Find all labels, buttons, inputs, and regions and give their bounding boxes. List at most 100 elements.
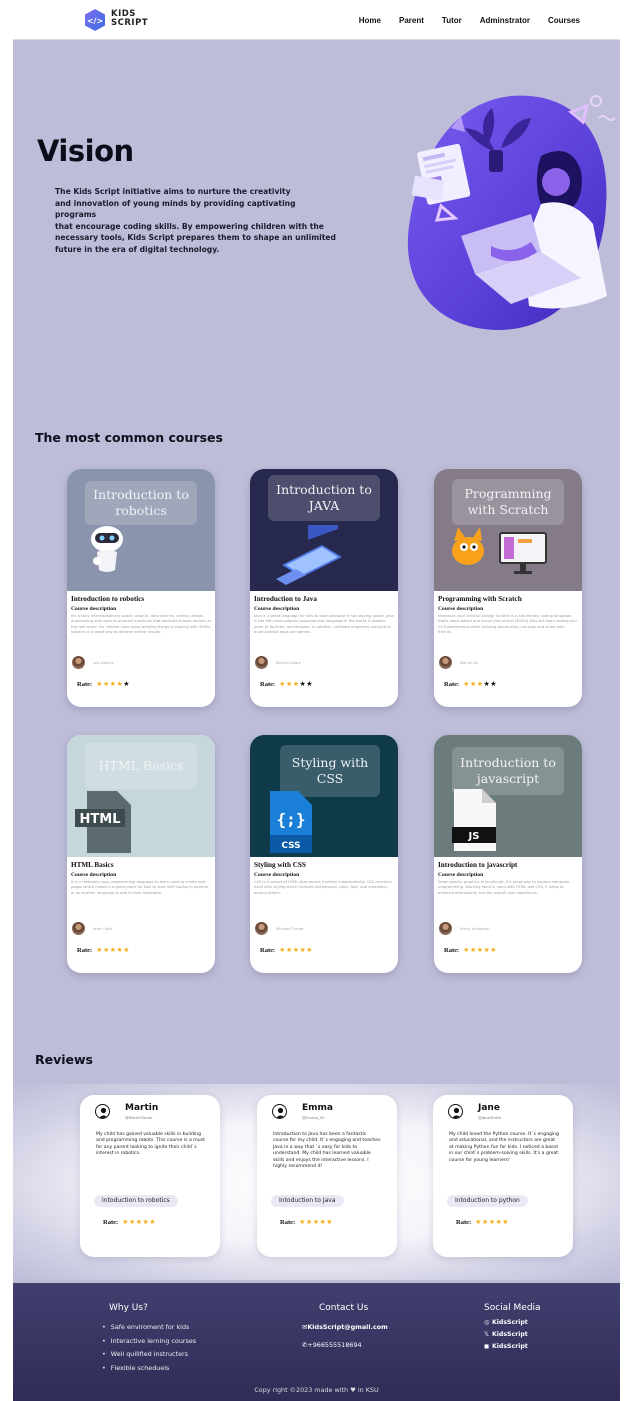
css-file-icon: {;} CSS <box>260 787 320 861</box>
course-thumbnail: HTML Basics HTML <box>67 735 215 857</box>
course-thumbnail: Introduction to javascript JS <box>434 735 582 857</box>
course-title[interactable]: Programming with Scratch <box>438 595 578 603</box>
review-rating: Rate: ★★★★★ <box>103 1218 156 1226</box>
author-avatar <box>72 656 85 669</box>
star-icon: ★ <box>279 946 286 954</box>
rating-stars: ★★★★★ <box>299 1218 333 1226</box>
course-card[interactable]: Introduction to robotics Introduction to… <box>67 469 215 707</box>
reviewer-name: Martin <box>125 1103 159 1113</box>
vision-line: future in the era of digital technology. <box>55 244 220 254</box>
user-avatar-icon <box>448 1104 463 1119</box>
review-course-tag[interactable]: Intoduction to robotics <box>94 1195 178 1207</box>
svg-text:CSS: CSS <box>281 841 300 851</box>
star-icon: ★ <box>490 680 498 688</box>
course-title[interactable]: Introduction to javascript <box>438 861 578 869</box>
facebook-icon: ◼ <box>484 1343 490 1350</box>
java-icon <box>272 506 352 593</box>
star-icon: ★ <box>305 1218 313 1226</box>
review-course-tag[interactable]: Intoduction to Java <box>271 1195 344 1207</box>
course-title[interactable]: Introduction to Java <box>254 595 394 603</box>
course-title[interactable]: Introduction to robotics <box>71 595 211 603</box>
author-name: Leo Adams <box>93 660 114 665</box>
brand-line-2: SCRIPT <box>111 18 149 28</box>
star-icon: ★ <box>463 946 470 954</box>
course-author: Jane Clark <box>72 922 112 935</box>
course-body: Introduction to robotics Course descript… <box>71 595 211 647</box>
brand-name[interactable]: KIDS SCRIPT <box>111 10 148 28</box>
star-icon: ★ <box>279 680 286 688</box>
course-rating: Rate: ★★★★★ <box>444 680 497 688</box>
course-description: CSS is a subset of HTML that cannot func… <box>254 880 392 895</box>
course-title[interactable]: Styling with CSS <box>254 861 394 869</box>
rate-label: Rate: <box>444 946 460 954</box>
nav-parent[interactable]: Parent <box>399 16 424 25</box>
course-card[interactable]: Programming with Scratch Programming wit… <box>434 469 582 707</box>
thumbnail-title: Introduction to JAVA <box>268 475 380 521</box>
nav-home[interactable]: Home <box>359 16 381 25</box>
course-description-label: Course description <box>438 606 484 612</box>
logo-icon[interactable]: </> <box>83 8 107 32</box>
author-name: Jane Clark <box>93 926 113 931</box>
rating-stars: ★★★★★ <box>475 1218 509 1226</box>
course-thumbnail: Introduction to robotics <box>67 469 215 591</box>
author-avatar <box>439 922 452 935</box>
social-link-instagram[interactable]: ◎ KidsScript <box>484 1319 528 1326</box>
social-label: KidsScript <box>492 1343 528 1350</box>
star-icon: ★ <box>299 1218 306 1226</box>
svg-text:JS: JS <box>468 831 480 842</box>
star-icon: ★ <box>502 1218 510 1226</box>
footer-why-item: Interactive lerning courses <box>102 1335 196 1349</box>
rating-stars: ★★★★★ <box>279 946 313 954</box>
course-description-label: Course description <box>71 872 117 878</box>
nav-administrator[interactable]: Adminstrator <box>480 16 530 25</box>
user-avatar-icon <box>272 1104 287 1119</box>
footer-email[interactable]: ✉KidsScript@gmail.com <box>302 1323 388 1331</box>
rate-label: Rate: <box>280 1218 296 1226</box>
rating-stars: ★★★★★ <box>96 946 130 954</box>
star-icon: ★ <box>326 1218 334 1226</box>
course-description: Draw colorful graphics in JavaScript, it… <box>438 880 570 895</box>
star-icon: ★ <box>135 1218 143 1226</box>
course-rating: Rate: ★★★★★ <box>260 680 313 688</box>
course-body: Introduction to Java Course description … <box>254 595 394 647</box>
course-body: Introduction to javascript Course descri… <box>438 861 578 913</box>
rating-stars: ★★★★★ <box>279 680 313 688</box>
course-card[interactable]: Styling with CSS {;} CSS Styling with CSS… <box>250 735 398 973</box>
html-file-icon: HTML <box>71 787 141 861</box>
star-icon: ★ <box>306 680 314 688</box>
robot-icon <box>77 517 137 581</box>
course-description-label: Course description <box>71 606 117 612</box>
star-icon: ★ <box>123 680 131 688</box>
course-card[interactable]: HTML Basics HTML HTML Basics Course desc… <box>67 735 215 973</box>
course-card[interactable]: Introduction to javascript JS Introducti… <box>434 735 582 973</box>
social-link-x[interactable]: 𝕏 KidsScript <box>484 1331 528 1338</box>
social-link-facebook[interactable]: ◼ KidsScript <box>484 1343 528 1350</box>
footer-social-title: Social Media <box>484 1303 541 1313</box>
course-title[interactable]: HTML Basics <box>71 861 211 869</box>
reviewer-name: Jane <box>478 1103 500 1113</box>
svg-text:HTML: HTML <box>80 812 121 827</box>
hero-illustration <box>407 95 616 331</box>
review-rating: Rate: ★★★★★ <box>280 1218 333 1226</box>
star-icon: ★ <box>292 946 300 954</box>
author-avatar <box>439 656 452 669</box>
course-description-label: Course description <box>254 606 300 612</box>
author-name: Michael Turner <box>276 926 304 931</box>
star-icon: ★ <box>149 1218 157 1226</box>
course-card[interactable]: Introduction to JAVA Introduction to Jav… <box>250 469 398 707</box>
star-icon: ★ <box>102 680 110 688</box>
rate-label: Rate: <box>444 680 460 688</box>
nav-courses[interactable]: Courses <box>548 16 580 25</box>
page-frame: </> KIDS SCRIPT Home Parent Tutor Admins… <box>13 0 620 1401</box>
course-rating: Rate: ★★★★★ <box>77 946 130 954</box>
footer-phone[interactable]: ✆+966555518694 <box>302 1341 362 1349</box>
rating-stars: ★★★★★ <box>463 680 497 688</box>
vision-title: Vision <box>37 134 134 168</box>
review-card: Emma @Emma_92 Introduction to Java has b… <box>257 1095 397 1257</box>
rating-stars: ★★★★★ <box>463 946 497 954</box>
star-icon: ★ <box>285 680 293 688</box>
nav-tutor[interactable]: Tutor <box>442 16 462 25</box>
star-icon: ★ <box>488 1218 496 1226</box>
author-name: Daniel Ali <box>460 660 479 665</box>
review-course-tag[interactable]: Intoduction to python <box>447 1195 528 1207</box>
